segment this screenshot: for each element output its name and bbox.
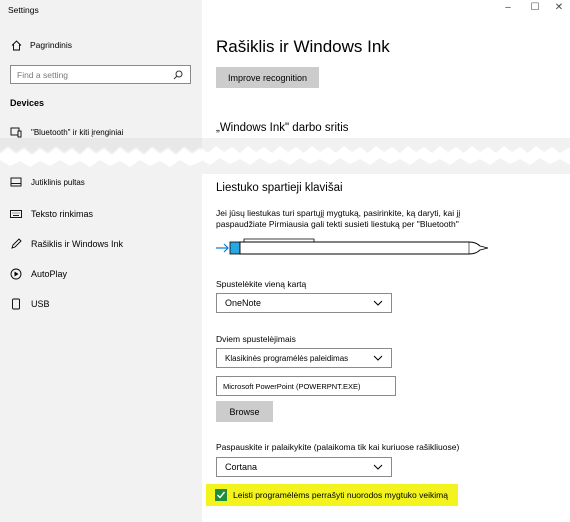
minimize-button[interactable]: –	[500, 2, 516, 13]
sidebar-item-autoplay[interactable]: AutoPlay	[10, 268, 67, 280]
home-icon	[10, 39, 22, 51]
program-path-input[interactable]: Microsoft PowerPoint (POWERPNT.EXE)	[216, 376, 396, 396]
single-click-label: Spustelėkite vieną kartą	[216, 279, 307, 289]
section-heading-devices: Devices	[10, 98, 45, 108]
allow-override-checkbox-row[interactable]: Leisti programėlėms perrašyti nuorodos m…	[206, 484, 458, 506]
sidebar-item-label: Teksto rinkimas	[31, 209, 94, 219]
sidebar-item-label: "Bluetooth" ir kiti įrenginiai	[31, 127, 124, 137]
allow-override-checkbox[interactable]	[215, 489, 227, 501]
touchpad-icon	[10, 176, 22, 188]
ink-workspace-heading: „Windows Ink" darbo sritis	[216, 122, 349, 134]
search-icon[interactable]	[172, 69, 184, 81]
dropdown-value: Cortana	[225, 462, 258, 472]
improve-recognition-button[interactable]: Improve recognition	[216, 67, 319, 88]
usb-icon	[10, 298, 22, 310]
press-hold-dropdown[interactable]: Cortana	[216, 457, 392, 477]
browse-button[interactable]: Browse	[216, 401, 273, 422]
search-input[interactable]: Find a setting	[10, 65, 191, 84]
autoplay-icon	[10, 268, 22, 280]
chevron-down-icon	[373, 300, 383, 306]
sidebar-item-typing[interactable]: Teksto rinkimas	[10, 208, 93, 220]
keyboard-icon	[10, 208, 22, 220]
sidebar-item-label: AutoPlay	[31, 269, 68, 279]
pen-illustration	[216, 238, 489, 255]
checkmark-icon	[217, 491, 226, 499]
sidebar-item-label: USB	[31, 299, 50, 309]
sidebar-item-usb[interactable]: USB	[10, 298, 50, 310]
close-button[interactable]: ✕	[551, 2, 567, 13]
torn-edge-separator	[0, 138, 570, 174]
app-title: Settings	[8, 5, 39, 15]
page-title: Rašiklis ir Windows Ink	[216, 37, 390, 56]
dropdown-value: OneNote	[225, 298, 262, 308]
sidebar-item-label: Rašiklis ir Windows Ink	[31, 239, 124, 249]
double-click-label: Dviem spustelėjimais	[216, 334, 296, 344]
sidebar-item-pen-ink[interactable]: Rašiklis ir Windows Ink	[10, 238, 123, 250]
double-click-dropdown[interactable]: Klasikinės programėlės paleidimas	[216, 348, 392, 368]
bluetooth-devices-icon	[10, 126, 22, 138]
chevron-down-icon	[373, 464, 383, 470]
chevron-down-icon	[373, 355, 383, 361]
sidebar-item-bluetooth[interactable]: "Bluetooth" ir kiti įrenginiai	[10, 126, 123, 138]
pen-icon	[10, 238, 22, 250]
single-click-dropdown[interactable]: OneNote	[216, 293, 392, 313]
sidebar-item-label: Jutiklinis pultas	[31, 177, 85, 187]
pen-shortcuts-description: Jei jūsų liestukas turi spartųjį mygtuką…	[216, 208, 461, 229]
dropdown-value: Klasikinės programėlės paleidimas	[225, 353, 349, 363]
home-nav-item[interactable]: Pagrindinis	[10, 39, 72, 51]
sidebar: Settings Pagrindinis Find a setting Devi…	[0, 0, 202, 522]
search-placeholder: Find a setting	[17, 69, 69, 80]
home-label: Pagrindinis	[30, 40, 73, 50]
press-hold-label: Paspauskite ir palaikykite (palaikoma ti…	[216, 442, 460, 452]
maximize-button[interactable]: ☐	[527, 2, 543, 13]
allow-override-label: Leisti programėlėms perrašyti nuorodos m…	[233, 490, 448, 500]
pen-shortcuts-heading: Liestuko spartieji klavišai	[216, 182, 343, 194]
sidebar-item-touchpad[interactable]: Jutiklinis pultas	[10, 176, 85, 188]
